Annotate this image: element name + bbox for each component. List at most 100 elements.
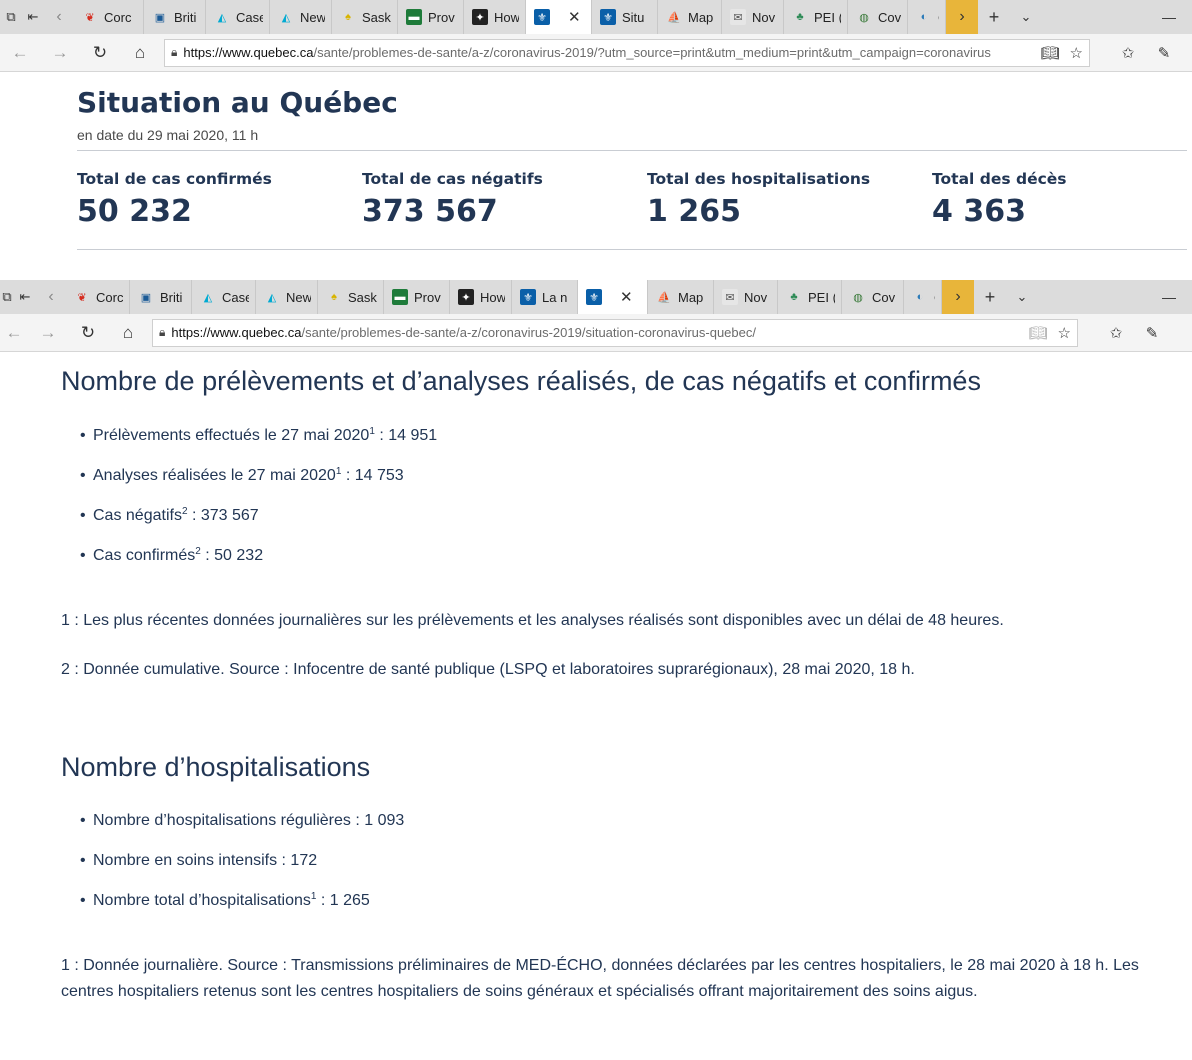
tab-list-chevron-icon[interactable]: ⌄ (1010, 0, 1042, 34)
lock-icon: 🔒︎ (159, 325, 166, 339)
stat-value: 4 363 (932, 194, 1026, 229)
nl-icon: ◐ (920, 11, 928, 23)
sask-icon: ♠ (345, 11, 351, 23)
scroll-tabs-left-icon[interactable]: ‹ (44, 0, 74, 34)
browser-tab[interactable]: ❦ Corc (66, 280, 130, 314)
tab-label: Briti (160, 289, 183, 305)
tab-bar-window-2: ⧉ ⇤ ‹ ❦ Corc ▣ Briti ◭ Case ◭ New ♠ Sask ▬ Prov ✦ How… (0, 280, 1192, 314)
browser-tab[interactable]: ◐C (908, 0, 946, 34)
scroll-tabs-right-icon[interactable]: › (946, 0, 978, 34)
close-tab-icon[interactable]: ✕ (620, 288, 633, 306)
browser-tab[interactable]: ◭ New (270, 0, 332, 34)
browser-tab[interactable]: ◭ New (256, 280, 318, 314)
browser-tab[interactable]: ◭ Case (206, 0, 270, 34)
browser-tab[interactable]: ◍ Cov (842, 280, 904, 314)
browser-tab[interactable]: ♠ Sask (318, 280, 384, 314)
tab-label: Sask (348, 289, 377, 305)
alberta-icon: ◭ (267, 291, 277, 304)
tab-actions-icon[interactable]: ⧉ (0, 0, 22, 34)
minimize-icon[interactable]: — (1146, 0, 1192, 34)
home-icon[interactable]: ⌂ (108, 314, 148, 352)
pen-notes-icon[interactable]: ✎ (1146, 34, 1182, 72)
tab-actions-icon[interactable]: ⧉ (0, 280, 14, 314)
alberta-icon: ◭ (281, 11, 291, 24)
tab-label: Map (678, 289, 704, 305)
scroll-tabs-right-icon[interactable]: › (942, 280, 974, 314)
address-bar-window-1: ← → ↻ ⌂ 🔒︎ https://www.quebec.ca/sante/p… (0, 34, 1192, 72)
browser-tab[interactable]: ♣ PEI ( (784, 0, 848, 34)
browser-tab[interactable]: ⛵ Map (648, 280, 714, 314)
browser-tab[interactable]: ✉ Nov (722, 0, 784, 34)
forward-arrow-icon[interactable]: → (40, 34, 80, 72)
new-tab-icon[interactable]: + (978, 0, 1010, 34)
lock-icon: 🔒︎ (171, 45, 178, 59)
browser-tab[interactable]: ♠ Sask (332, 0, 398, 34)
tab-list-chevron-icon[interactable]: ⌄ (1006, 280, 1038, 314)
refresh-icon[interactable]: ↻ (80, 34, 120, 72)
browser-tab[interactable]: ⛵ Map (658, 0, 722, 34)
browser-tab[interactable]: ⚜ Situ (592, 0, 658, 34)
browser-tab[interactable]: ⚜ La n (512, 280, 578, 314)
minimize-icon[interactable]: — (1146, 280, 1192, 314)
stat-negative: Total de cas négatifs 373 567 (362, 170, 647, 229)
browser-tab[interactable]: ◍ Cov (848, 0, 908, 34)
tab-label: Sask (362, 9, 391, 25)
favorite-star-icon[interactable]: ☆ (1058, 324, 1071, 342)
tab-label: How (494, 9, 519, 25)
close-tab-icon[interactable]: ✕ (568, 8, 581, 26)
tab-label: Nov (752, 9, 776, 25)
url-field[interactable]: 🔒︎ https://www.quebec.ca/sante/problemes… (152, 318, 1078, 347)
browser-tab[interactable]: ✉ Nov (714, 280, 778, 314)
browser-tab[interactable]: ✦ How (464, 0, 526, 34)
tab-label: Cov (878, 9, 901, 25)
stat-label: Total des décès (932, 170, 1067, 188)
tab-label: Map (688, 9, 714, 25)
set-tabs-aside-icon[interactable]: ⇤ (14, 280, 36, 314)
browser-tab[interactable]: ▬ Prov (384, 280, 450, 314)
forward-arrow-icon[interactable]: → (28, 314, 68, 352)
pen-notes-icon[interactable]: ✎ (1134, 314, 1170, 352)
reading-view-icon[interactable]: 📖︎ (1029, 324, 1048, 342)
home-icon[interactable]: ⌂ (120, 34, 160, 72)
back-arrow-icon[interactable]: ← (0, 34, 40, 72)
quebec-fleur-icon: ⚜ (600, 9, 616, 25)
favorite-star-icon[interactable]: ☆ (1070, 44, 1083, 62)
address-bar-window-2: ← → ↻ ⌂ 🔒︎ https://www.quebec.ca/sante/p… (0, 314, 1192, 352)
stat-label: Total de cas négatifs (362, 170, 543, 188)
browser-tab[interactable]: ⚜ ✕ (578, 280, 648, 314)
browser-tab[interactable]: ◭ Case (192, 280, 256, 314)
favorites-hub-icon[interactable]: ✩ (1110, 34, 1146, 72)
tab-label: Corc (96, 289, 123, 305)
browser-tab[interactable]: ♣ PEI ( (778, 280, 842, 314)
browser-tab[interactable]: ◐C (904, 280, 942, 314)
refresh-icon[interactable]: ↻ (68, 314, 108, 352)
globe-icon: ◍ (859, 11, 869, 24)
sask-icon: ♠ (331, 291, 337, 303)
scroll-tabs-left-icon[interactable]: ‹ (36, 280, 66, 314)
new-tab-icon[interactable]: + (974, 280, 1006, 314)
tab-label: Cov (872, 289, 896, 305)
nb-icon: ⛵ (657, 291, 671, 304)
set-tabs-aside-icon[interactable]: ⇤ (22, 0, 44, 34)
browser-tab[interactable]: ▣ Briti (130, 280, 192, 314)
quebec-fleur-icon: ⚜ (586, 289, 602, 305)
tab-label: How (480, 289, 505, 305)
browser-tab[interactable]: ▣ Briti (144, 0, 206, 34)
favorites-hub-icon[interactable]: ✩ (1098, 314, 1134, 352)
pei-icon: ♣ (796, 11, 804, 23)
url-field[interactable]: 🔒︎ https://www.quebec.ca/sante/problemes… (164, 38, 1090, 67)
browser-tab[interactable]: ❦ Corc (74, 0, 144, 34)
footnote-2: 2 : Donnée cumulative. Source : Infocent… (61, 661, 915, 678)
tests-heading: Nombre de prélèvements et d’analyses réa… (61, 366, 981, 396)
browser-tab[interactable]: ⚜ ✕ (526, 0, 592, 34)
tab-strip: ❦Corc▣Briti◭Case◭New♠Sask▬Prov✦How⚜✕⚜Sit… (74, 0, 946, 34)
divider (77, 150, 1187, 151)
reading-view-icon[interactable]: 📖︎ (1041, 44, 1060, 62)
back-arrow-icon[interactable]: ← (0, 314, 28, 352)
stat-value: 50 232 (77, 194, 192, 229)
tab-label: New (300, 9, 325, 25)
browser-tab[interactable]: ▬ Prov (398, 0, 464, 34)
browser-tab[interactable]: ✦ How (450, 280, 512, 314)
footnote-1: 1 : Les plus récentes données journalièr… (61, 612, 1004, 629)
tab-label: Case (236, 9, 263, 25)
